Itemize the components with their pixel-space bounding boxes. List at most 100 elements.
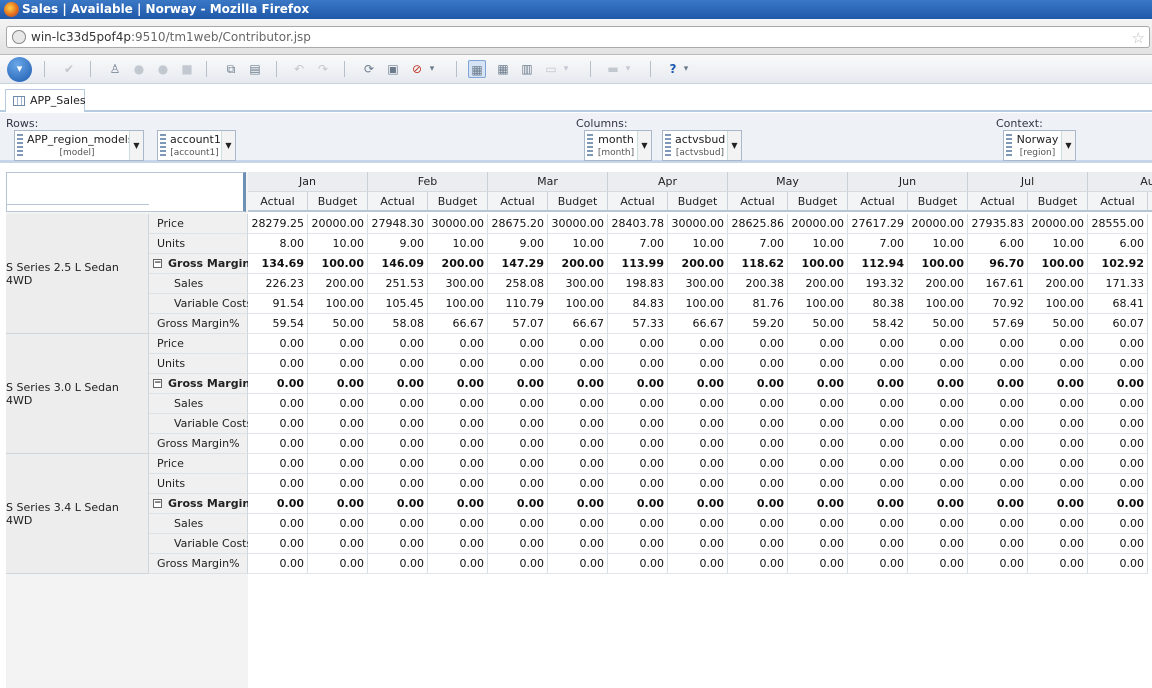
ownership-person-icon[interactable]: ♙ — [106, 60, 124, 78]
data-cell[interactable]: 50.00 — [1028, 314, 1088, 334]
data-cell[interactable]: 66.67 — [548, 314, 608, 334]
data-cell[interactable]: 0.00 — [368, 494, 428, 514]
data-cell[interactable]: 81.76 — [728, 294, 788, 314]
data-cell[interactable]: 0.00 — [608, 514, 668, 534]
data-cell[interactable]: 0.00 — [668, 514, 728, 534]
drag-handle-icon[interactable] — [160, 134, 166, 158]
column-header-actual[interactable]: Actual — [968, 192, 1028, 212]
data-cell[interactable]: 7.00 — [728, 234, 788, 254]
data-cell[interactable]: 0.00 — [548, 334, 608, 354]
data-cell[interactable]: 0.00 — [668, 554, 728, 574]
data-cell[interactable]: 0.00 — [1088, 534, 1148, 554]
recalculate-icon[interactable]: ⟳ — [360, 60, 378, 78]
data-cell[interactable]: 0.00 — [608, 454, 668, 474]
data-cell[interactable]: 0.00 — [368, 554, 428, 574]
data-cell[interactable]: 60.07 — [1088, 314, 1148, 334]
row-header-account[interactable]: − Gross Margin — [149, 494, 250, 514]
data-cell[interactable]: 300.00 — [668, 274, 728, 294]
column-header-actual[interactable]: Actual — [488, 192, 548, 212]
data-cell[interactable]: 0.00 — [608, 394, 668, 414]
data-cell[interactable]: 0.00 — [548, 494, 608, 514]
data-cell[interactable]: 0.00 — [788, 374, 848, 394]
context-dimension-region[interactable]: Norway [region] ▼ — [1003, 130, 1076, 161]
data-cell[interactable]: 0.00 — [548, 534, 608, 554]
data-cell[interactable]: 300.00 — [428, 274, 488, 294]
data-cell[interactable]: 0.00 — [848, 394, 908, 414]
data-cell[interactable]: 0.00 — [248, 534, 308, 554]
column-header-month[interactable]: May — [728, 172, 848, 192]
data-cell[interactable]: 7.00 — [848, 234, 908, 254]
data-cell[interactable]: 0.00 — [308, 554, 368, 574]
data-cell[interactable]: 0.00 — [248, 394, 308, 414]
data-cell[interactable]: 0.00 — [908, 454, 968, 474]
data-cell[interactable]: 84.83 — [608, 294, 668, 314]
data-cell[interactable]: 0.00 — [968, 534, 1028, 554]
data-cell[interactable]: 0.00 — [608, 474, 668, 494]
data-cell[interactable]: 102.92 — [1088, 254, 1148, 274]
data-cell[interactable]: 0.00 — [608, 414, 668, 434]
data-cell[interactable]: 30000.00 — [548, 214, 608, 234]
data-cell[interactable]: 0.00 — [308, 434, 368, 454]
data-cell[interactable]: 91.54 — [248, 294, 308, 314]
data-cell[interactable]: 0.00 — [668, 414, 728, 434]
data-cell[interactable]: 0.00 — [788, 334, 848, 354]
data-cell[interactable]: 0.00 — [848, 494, 908, 514]
data-cell[interactable]: 0.00 — [848, 354, 908, 374]
column-header-actual[interactable]: Actual — [1088, 192, 1148, 212]
data-cell[interactable]: 10.00 — [308, 234, 368, 254]
data-cell[interactable]: 0.00 — [788, 474, 848, 494]
data-cell[interactable]: 200.00 — [668, 254, 728, 274]
data-cell[interactable]: 0.00 — [908, 534, 968, 554]
data-cell[interactable]: 70.92 — [968, 294, 1028, 314]
column-header-actual[interactable]: Actual — [248, 192, 308, 212]
actions-menu-icon[interactable]: ▾ — [7, 57, 32, 82]
data-cell[interactable]: 200.00 — [908, 274, 968, 294]
data-cell[interactable]: 0.00 — [668, 534, 728, 554]
data-cell[interactable]: 118.62 — [728, 254, 788, 274]
data-cell[interactable]: 171.33 — [1088, 274, 1148, 294]
data-cell[interactable]: 0.00 — [968, 474, 1028, 494]
data-cell[interactable]: 0.00 — [368, 394, 428, 414]
data-cell[interactable]: 0.00 — [368, 454, 428, 474]
site-identity-icon[interactable] — [12, 30, 26, 44]
chevron-down-icon[interactable]: ▼ — [727, 131, 741, 160]
data-cell[interactable]: 0.00 — [968, 354, 1028, 374]
data-cell[interactable]: 0.00 — [308, 514, 368, 534]
row-header-model[interactable]: S Series 3.0 L Sedan 4WD — [6, 334, 149, 454]
data-cell[interactable]: 167.61 — [968, 274, 1028, 294]
data-cell[interactable]: 27935.83 — [968, 214, 1028, 234]
data-cell[interactable]: 10.00 — [548, 234, 608, 254]
data-cell[interactable]: 0.00 — [488, 354, 548, 374]
drag-handle-icon[interactable] — [665, 134, 671, 158]
data-cell[interactable]: 0.00 — [968, 494, 1028, 514]
data-cell[interactable]: 0.00 — [728, 374, 788, 394]
data-cell[interactable]: 0.00 — [788, 454, 848, 474]
data-cell[interactable]: 0.00 — [428, 454, 488, 474]
drag-handle-icon[interactable] — [1006, 134, 1012, 158]
data-cell[interactable]: 100.00 — [908, 254, 968, 274]
data-cell[interactable]: 6.00 — [968, 234, 1028, 254]
data-cell[interactable]: 0.00 — [848, 374, 908, 394]
data-cell[interactable]: 0.00 — [668, 494, 728, 514]
row-header-model[interactable]: S Series 2.5 L Sedan 4WD — [6, 214, 149, 334]
copy-icon[interactable]: ⧉ — [222, 60, 240, 78]
data-cell[interactable]: 0.00 — [488, 394, 548, 414]
data-cell[interactable]: 0.00 — [488, 434, 548, 454]
data-cell[interactable]: 0.00 — [608, 494, 668, 514]
data-cell[interactable]: 200.00 — [428, 254, 488, 274]
data-cell[interactable]: 50.00 — [908, 314, 968, 334]
data-cell[interactable]: 0.00 — [1028, 434, 1088, 454]
data-cell[interactable]: 0.00 — [1088, 554, 1148, 574]
data-cell[interactable]: 0.00 — [908, 474, 968, 494]
chart-type-icon[interactable]: ▭ — [542, 60, 560, 78]
data-cell[interactable]: 0.00 — [368, 354, 428, 374]
data-cell[interactable]: 27617.29 — [848, 214, 908, 234]
data-cell[interactable]: 300.00 — [548, 274, 608, 294]
column-header-month[interactable]: Au — [1088, 172, 1152, 192]
data-cell[interactable]: 0.00 — [1088, 514, 1148, 534]
row-header-account[interactable]: Sales — [149, 394, 248, 414]
data-cell[interactable]: 96.70 — [968, 254, 1028, 274]
address-bar[interactable]: win-lc33d5pof4p:9510/tm1web/Contributor.… — [6, 26, 1150, 48]
chevron-down-icon[interactable]: ▼ — [1061, 131, 1075, 160]
data-cell[interactable]: 0.00 — [1088, 374, 1148, 394]
